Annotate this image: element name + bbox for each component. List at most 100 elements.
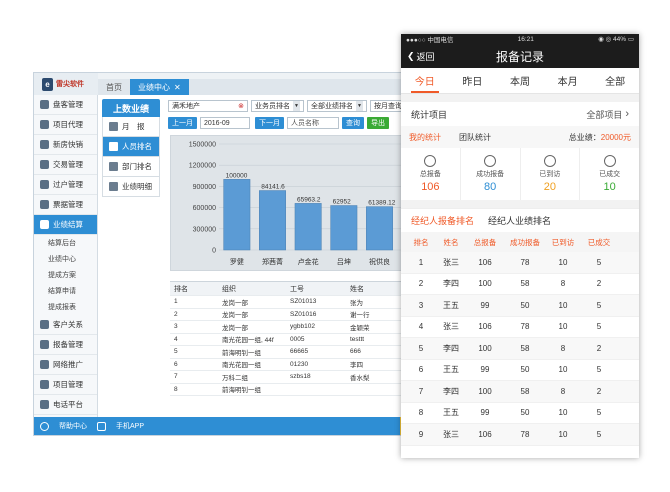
table-cell: 4 xyxy=(174,335,178,343)
table-row[interactable]: 7 万科二组 szbs18 香水梨 xyxy=(170,371,438,384)
header-org: 组织 xyxy=(222,285,236,293)
table-row[interactable]: 8 前海明钊一组 xyxy=(170,384,438,396)
phone-screen: ●●●○○ 中国电信 16:21 ◉ ◎ 44% ▭ ❮ 返回 报备记录 今日 昨… xyxy=(401,34,639,458)
stat-value: 80 xyxy=(484,181,497,193)
close-icon[interactable]: ✕ xyxy=(174,83,181,92)
table-cell: SZ01016 xyxy=(290,310,317,318)
table-cell: 5 xyxy=(596,300,602,310)
gavel-icon xyxy=(603,155,616,167)
table-row[interactable]: 1 龙岗一部 SZ01013 张为 xyxy=(170,296,438,309)
table-row[interactable]: 2 李四 100 58 8 2 xyxy=(401,274,639,295)
table-cell: 10 xyxy=(558,429,568,439)
table-cell: 5 xyxy=(418,343,424,353)
table-cell: 99 xyxy=(480,365,490,375)
header-success: 成功报备 xyxy=(510,237,540,247)
sidebar-subitem[interactable]: 提成报表 xyxy=(34,299,97,315)
chevron-right-icon: › xyxy=(625,108,629,120)
tab-this-month[interactable]: 本月 xyxy=(544,68,592,93)
sidebar-item[interactable]: 报备管理 xyxy=(34,335,97,355)
next-month-button[interactable]: 下一月 xyxy=(255,117,284,129)
menu-icon xyxy=(40,220,49,229)
stats-project-row[interactable]: 统计项目 全部项目 › xyxy=(401,102,639,126)
phone-table-body: 1 张三 106 78 10 5 2 李四 100 58 8 2 3 王五 99 50 10 5 4 张三 106 78 1… xyxy=(401,252,639,446)
table-cell: 2 xyxy=(596,386,602,396)
sidebar-item[interactable]: 交易管理 xyxy=(34,155,97,175)
my-stats-tab[interactable]: 我的统计 xyxy=(409,132,441,143)
tab-today[interactable]: 今日 xyxy=(401,68,449,93)
page-title: 报备记录 xyxy=(495,49,544,64)
table-row[interactable]: 3 王五 99 50 10 5 xyxy=(401,295,639,317)
nav-department-ranking[interactable]: 部门排名 xyxy=(102,157,160,177)
name-search-placeholder: 人员名称 xyxy=(291,120,319,127)
name-search-input[interactable]: 人员名称 xyxy=(287,117,339,129)
table-row[interactable]: 5 李四 100 58 8 2 xyxy=(401,338,639,360)
query-button[interactable]: 查询 xyxy=(342,117,364,129)
tab-home[interactable]: 首页 xyxy=(98,79,130,95)
table-cell: 6 xyxy=(418,365,424,375)
export-button[interactable]: 导出 xyxy=(367,117,389,129)
clock: 16:21 xyxy=(517,35,534,43)
sidebar-item[interactable]: 业绩结算 xyxy=(34,215,97,235)
sidebar-subitem[interactable]: 结算申请 xyxy=(34,283,97,299)
table-cell: 106 xyxy=(478,429,492,439)
month-input[interactable]: 2016-09 xyxy=(200,117,250,129)
table-cell: 5 xyxy=(174,348,178,356)
table-cell: 8 xyxy=(418,408,424,418)
nav-monthly-report[interactable]: 月 报 xyxy=(102,117,160,137)
table-row[interactable]: 5 前海明钊一组 66665 666 xyxy=(170,346,438,359)
sidebar-item[interactable]: 新房快销 xyxy=(34,135,97,155)
tab-this-week[interactable]: 本周 xyxy=(496,68,544,93)
table-cell: 5 xyxy=(596,429,602,439)
sidebar-subitem[interactable]: 结算后台 xyxy=(34,235,97,251)
help-center-link[interactable]: 帮助中心 xyxy=(59,421,87,431)
menu-icon xyxy=(40,180,49,189)
project-input[interactable]: 满禾地产 ⊗ xyxy=(168,100,248,112)
nav-staff-ranking[interactable]: 人员排名 xyxy=(102,137,160,157)
rank-select[interactable]: 业务员排名 ▼ xyxy=(251,100,304,112)
back-button[interactable]: ❮ 返回 xyxy=(407,50,435,63)
sidebar-subitem[interactable]: 提成方案 xyxy=(34,267,97,283)
sidebar-item[interactable]: 网络推广 xyxy=(34,355,97,375)
nav-performance-detail[interactable]: 业绩明细 xyxy=(102,177,160,197)
table-cell: 100 xyxy=(478,386,492,396)
table-cell: 5 xyxy=(596,365,602,375)
sidebar-item[interactable]: 过户管理 xyxy=(34,175,97,195)
prev-month-button[interactable]: 上一月 xyxy=(168,117,197,129)
tab-all[interactable]: 全部 xyxy=(591,68,639,93)
table-row[interactable]: 4 南光花园一组, 44f 0005 testtt xyxy=(170,334,438,346)
table-row[interactable]: 6 南光花园一组 01230 李四 xyxy=(170,359,438,371)
table-row[interactable]: 3 龙岗一部 ygbb102 金颖荣 xyxy=(170,321,438,334)
ranking-table: 排名 组织 工号 姓名 1 龙岗一部 SZ01013 张为 2 龙岗一部 SZ01016 谢一… xyxy=(170,281,438,419)
app-logo: e 雷尖软件 xyxy=(34,73,98,95)
table-row[interactable]: 4 张三 106 78 10 5 xyxy=(401,317,639,338)
table-row[interactable]: 1 张三 106 78 10 5 xyxy=(401,252,639,274)
sidebar-item[interactable]: 盘客管理 xyxy=(34,95,97,115)
table-row[interactable]: 7 李四 100 58 8 2 xyxy=(401,381,639,403)
table-row[interactable]: 6 王五 99 50 10 5 xyxy=(401,360,639,381)
table-cell: 王五 xyxy=(443,408,459,418)
tab-performance-ranking[interactable]: 经纪人业绩排名 xyxy=(488,214,551,227)
sidebar-item[interactable]: 客户关系 xyxy=(34,315,97,335)
team-stats-tab[interactable]: 团队统计 xyxy=(459,132,491,143)
sidebar-item[interactable]: 项目代理 xyxy=(34,115,97,135)
sidebar-subitem[interactable]: 业绩中心 xyxy=(34,251,97,267)
sidebar-item[interactable]: 项目管理 xyxy=(34,375,97,395)
sidebar-item[interactable]: 电话平台 xyxy=(34,395,97,415)
sidebar-item[interactable]: 票据管理 xyxy=(34,195,97,215)
tab-performance[interactable]: 业绩中心 ✕ xyxy=(130,79,189,95)
table-cell: 8 xyxy=(560,386,566,396)
total-value: 20000元 xyxy=(600,132,631,142)
table-row[interactable]: 9 张三 106 78 10 5 xyxy=(401,424,639,446)
mobile-app-link[interactable]: 手机APP xyxy=(116,421,144,431)
tab-report-ranking[interactable]: 经纪人报备排名 xyxy=(411,214,474,227)
table-cell: 10 xyxy=(558,322,568,332)
table-cell: 3 xyxy=(418,300,424,310)
tab-yesterday[interactable]: 昨日 xyxy=(449,68,497,93)
clear-icon[interactable]: ⊗ xyxy=(238,102,244,110)
table-cell: 10 xyxy=(558,257,568,267)
table-row[interactable]: 2 龙岗一部 SZ01016 谢一行 xyxy=(170,309,438,321)
table-cell: 100 xyxy=(478,343,492,353)
table-row[interactable]: 8 王五 99 50 10 5 xyxy=(401,403,639,424)
type-select[interactable]: 全部业绩排名 ▼ xyxy=(307,100,367,112)
sidebar: 盘客管理 项目代理 新房快销 交易管理 过户管理 票据管理 业绩结算 结算后台 业绩中心 提成方… xyxy=(34,95,98,419)
